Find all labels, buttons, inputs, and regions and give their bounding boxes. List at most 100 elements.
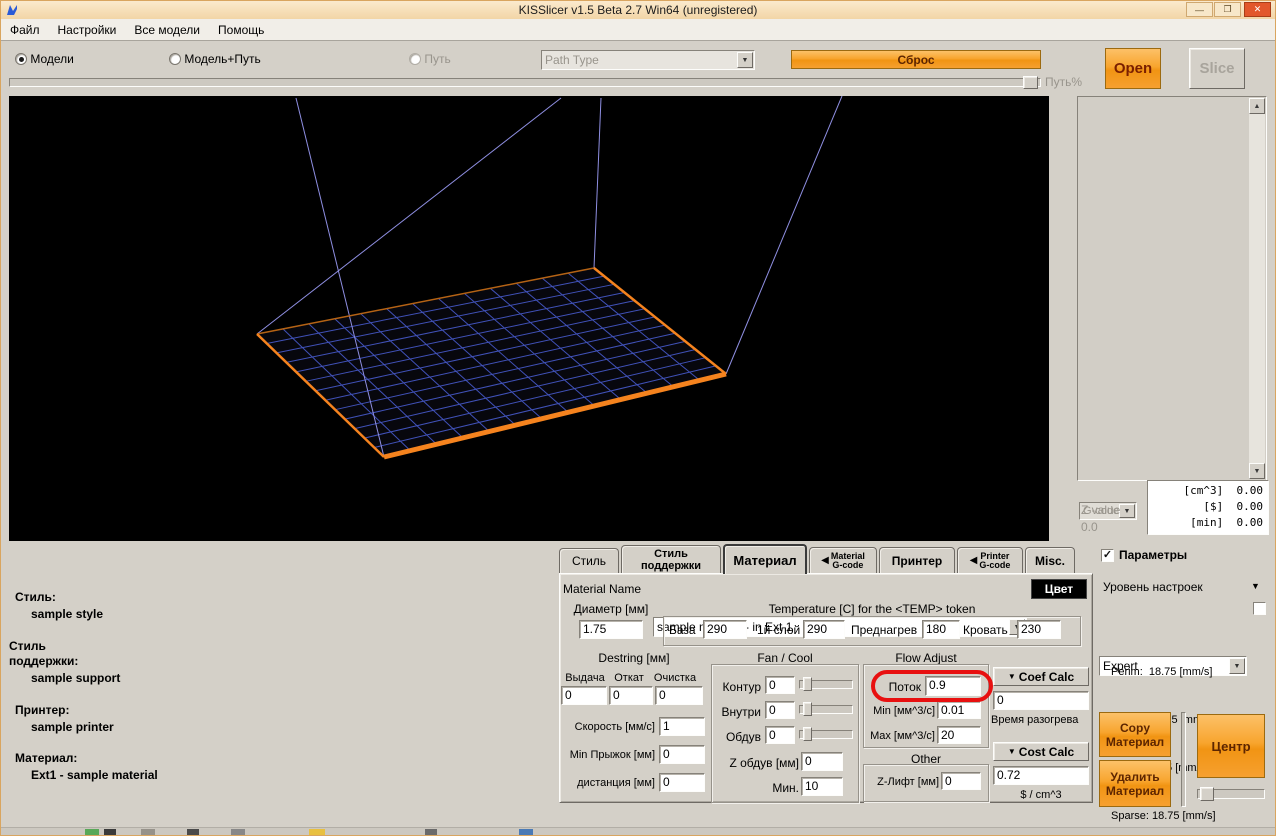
flow-max-field[interactable]: 20 bbox=[937, 726, 981, 744]
taskbar-icon[interactable] bbox=[85, 829, 99, 836]
diameter-field[interactable]: 1.75 bbox=[579, 620, 643, 639]
temp-base-field[interactable]: 290 bbox=[703, 620, 747, 639]
taskbar-icon[interactable] bbox=[231, 829, 245, 836]
temp-preheat-label: Преднагрев bbox=[851, 623, 917, 637]
fan-inside-field[interactable]: 0 bbox=[765, 701, 795, 719]
fan-z-field[interactable]: 0 bbox=[801, 752, 843, 771]
cost-value-field[interactable]: 0.72 bbox=[993, 766, 1089, 785]
destring-header: Destring [мм] bbox=[561, 651, 707, 665]
distance-field[interactable]: 0 bbox=[659, 773, 705, 792]
tab-printer[interactable]: Принтер bbox=[879, 547, 955, 573]
destring-wipe-field[interactable]: 0 bbox=[655, 686, 703, 705]
min-jump-label: Min Прыжок [мм] bbox=[553, 749, 655, 762]
flow-min-label: Min [мм^3/с] bbox=[863, 705, 935, 718]
taskbar-icon[interactable] bbox=[425, 829, 437, 836]
minimize-button[interactable]: — bbox=[1186, 2, 1213, 17]
estimate-stats-box: [cm^3] 0.00 [$] 0.00 [min] 0.00 bbox=[1147, 480, 1269, 535]
scrollbar-track[interactable] bbox=[1249, 98, 1265, 479]
taskbar-icon[interactable] bbox=[187, 829, 199, 836]
taskbar bbox=[1, 827, 1276, 836]
3d-viewport[interactable] bbox=[9, 96, 1049, 541]
taskbar-icon[interactable] bbox=[141, 829, 155, 836]
mini-slider-thumb[interactable] bbox=[1200, 787, 1214, 801]
menu-help[interactable]: Помощь bbox=[209, 20, 273, 40]
fan-z-label: Z обдув [мм] bbox=[713, 756, 799, 770]
parameters-checkbox[interactable]: ✓ Параметры bbox=[1101, 548, 1187, 562]
chevron-down-icon: ▼ bbox=[1008, 672, 1016, 681]
parameters-label: Параметры bbox=[1119, 548, 1187, 562]
delete-material-button[interactable]: Удалить Материал bbox=[1099, 760, 1171, 807]
z-lift-field[interactable]: 0 bbox=[941, 772, 981, 790]
cost-calc-button[interactable]: ▼ Cost Calc bbox=[993, 742, 1089, 761]
coef-calc-button[interactable]: ▼ Coef Calc bbox=[993, 667, 1089, 686]
radio-model-path-circle bbox=[169, 53, 181, 65]
coef-value-field[interactable]: 0 bbox=[993, 691, 1089, 710]
color-button[interactable]: Цвет bbox=[1031, 579, 1087, 599]
z-lift-label: Z-Лифт [мм] bbox=[867, 776, 939, 789]
destring-col-wipe: Очистка bbox=[649, 672, 701, 685]
menu-settings[interactable]: Настройки bbox=[49, 20, 126, 40]
destring-prime-field[interactable]: 0 bbox=[561, 686, 607, 705]
fan-min-field[interactable]: 10 bbox=[801, 777, 843, 796]
path-percent-slider-thumb[interactable] bbox=[1023, 76, 1038, 89]
taskbar-icon[interactable] bbox=[104, 829, 116, 836]
fan-inside-slider-thumb[interactable] bbox=[803, 702, 812, 716]
prev-tab-icon: ◀ bbox=[821, 555, 829, 566]
slice-button: Slice bbox=[1189, 48, 1245, 89]
min-jump-field[interactable]: 0 bbox=[659, 745, 705, 764]
stat-volume: [cm^3] 0.00 bbox=[1153, 483, 1263, 499]
z-value-label: Z value bbox=[1081, 503, 1120, 517]
fan-cool-label: Обдув bbox=[713, 730, 761, 744]
tab-printer-gcode-label: Printer G-code bbox=[979, 552, 1010, 570]
z-value: 0.0 bbox=[1081, 520, 1098, 534]
flow-min-field[interactable]: 0.01 bbox=[937, 701, 981, 719]
radio-models[interactable]: Модели bbox=[15, 52, 74, 66]
temp-first-layer-label: 1й слой bbox=[757, 623, 800, 637]
model-list-panel[interactable]: ▲ ▼ bbox=[1077, 96, 1267, 481]
radio-models-circle bbox=[15, 53, 27, 65]
cost-calc-label: Cost Calc bbox=[1019, 745, 1074, 759]
flow-max-label: Max [мм^3/с] bbox=[863, 730, 935, 743]
tab-misc[interactable]: Misc. bbox=[1025, 547, 1075, 573]
path-percent-slider-track[interactable] bbox=[9, 78, 1041, 87]
temp-bed-field[interactable]: 230 bbox=[1017, 620, 1061, 639]
maximize-button[interactable]: ❐ bbox=[1214, 2, 1241, 17]
app-icon bbox=[5, 3, 19, 17]
center-button[interactable]: Центр bbox=[1197, 714, 1265, 778]
chevron-down-icon: ▼ bbox=[1119, 504, 1135, 518]
scroll-down-icon[interactable]: ▼ bbox=[1249, 463, 1265, 479]
destring-speed-field[interactable]: 1 bbox=[659, 717, 705, 736]
temp-preheat-field[interactable]: 180 bbox=[922, 620, 960, 639]
flow-field[interactable]: 0.9 bbox=[925, 676, 981, 696]
temp-first-layer-field[interactable]: 290 bbox=[803, 620, 845, 639]
tab-style[interactable]: Стиль bbox=[559, 548, 619, 573]
radio-model-path-label: Модель+Путь bbox=[184, 52, 260, 66]
open-button[interactable]: Open bbox=[1105, 48, 1161, 89]
fan-cool-slider-thumb[interactable] bbox=[803, 727, 812, 741]
tab-material-gcode[interactable]: ◀ Material G-code bbox=[809, 547, 877, 573]
build-volume-wireframe bbox=[9, 96, 1049, 540]
destring-suck-field[interactable]: 0 bbox=[609, 686, 653, 705]
menu-all-models[interactable]: Все модели bbox=[125, 20, 209, 40]
fan-loops-field[interactable]: 0 bbox=[765, 676, 795, 694]
taskbar-icon[interactable] bbox=[309, 829, 325, 836]
tab-material[interactable]: Материал bbox=[723, 544, 807, 574]
fan-loops-slider-thumb[interactable] bbox=[803, 677, 812, 691]
fan-inside-label: Внутри bbox=[713, 705, 761, 719]
copy-material-button[interactable]: Copy Материал bbox=[1099, 712, 1171, 757]
chevron-down-icon[interactable]: ▼ bbox=[1251, 581, 1260, 591]
cost-unit-label: $ / cm^3 bbox=[993, 789, 1089, 802]
reset-button[interactable]: Сброс bbox=[791, 50, 1041, 69]
close-button[interactable]: ✕ bbox=[1244, 2, 1271, 17]
radio-model-path[interactable]: Модель+Путь bbox=[169, 52, 261, 66]
scroll-up-icon[interactable]: ▲ bbox=[1249, 98, 1265, 114]
taskbar-icon[interactable] bbox=[519, 829, 533, 836]
menu-file[interactable]: Файл bbox=[1, 20, 49, 40]
tab-printer-gcode[interactable]: ◀ Printer G-code bbox=[957, 547, 1023, 573]
fan-cool-field[interactable]: 0 bbox=[765, 726, 795, 744]
fan-loops-label: Контур bbox=[713, 680, 761, 694]
level-extra-checkbox[interactable] bbox=[1253, 602, 1266, 615]
tab-support-style[interactable]: Стиль поддержки bbox=[621, 545, 721, 573]
title-bar[interactable]: KISSlicer v1.5 Beta 2.7 Win64 (unregiste… bbox=[1, 1, 1275, 19]
speed-perim: Perim: 18.75 [mm/s] bbox=[1111, 664, 1267, 680]
